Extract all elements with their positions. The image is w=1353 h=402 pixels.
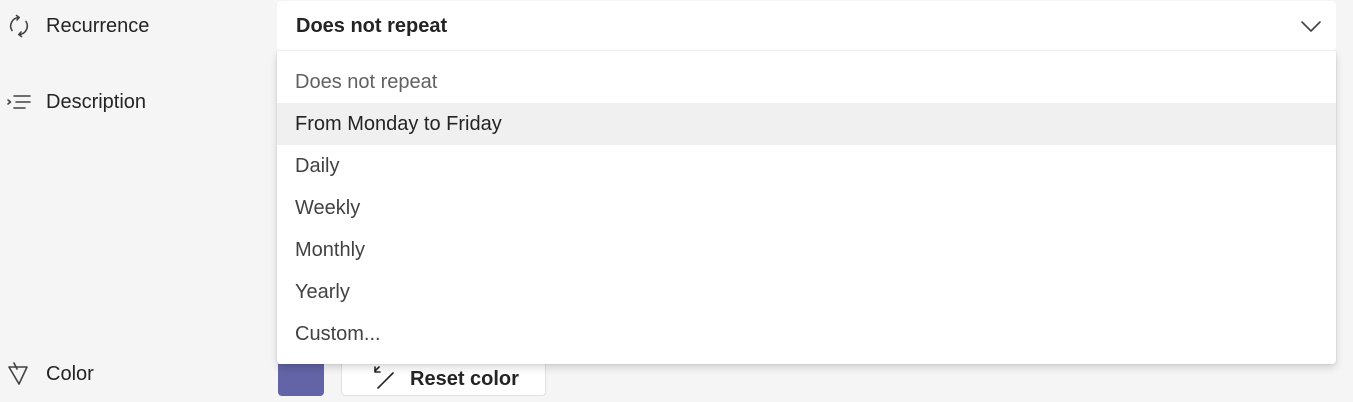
recurrence-icon bbox=[2, 9, 36, 43]
color-row-label: Color bbox=[0, 357, 94, 391]
reset-color-button[interactable]: Reset color bbox=[341, 364, 546, 396]
recurrence-label: Recurrence bbox=[46, 14, 150, 37]
paint-bucket-icon bbox=[2, 357, 36, 391]
description-label: Description bbox=[46, 90, 147, 113]
option-monthly[interactable]: Monthly bbox=[277, 229, 1336, 271]
option-custom[interactable]: Custom... bbox=[277, 313, 1336, 355]
option-yearly[interactable]: Yearly bbox=[277, 271, 1336, 313]
reset-color-label: Reset color bbox=[410, 368, 519, 390]
option-daily[interactable]: Daily bbox=[277, 145, 1336, 187]
color-label: Color bbox=[46, 362, 94, 385]
option-weekdays[interactable]: From Monday to Friday bbox=[277, 103, 1336, 145]
event-form-page: Recurrence Description Color Reset color… bbox=[0, 0, 1353, 402]
description-icon bbox=[2, 85, 36, 119]
description-row-label: Description bbox=[0, 85, 146, 119]
reset-icon bbox=[372, 364, 398, 390]
color-swatch[interactable] bbox=[278, 364, 324, 396]
recurrence-row-label: Recurrence bbox=[0, 9, 149, 43]
recurrence-selected-value: Does not repeat bbox=[296, 14, 448, 37]
recurrence-options-list: Does not repeat From Monday to Friday Da… bbox=[277, 51, 1336, 364]
recurrence-dropdown[interactable]: Does not repeat bbox=[277, 1, 1336, 51]
chevron-down-icon[interactable] bbox=[1300, 15, 1322, 37]
option-weekly[interactable]: Weekly bbox=[277, 187, 1336, 229]
option-does-not-repeat[interactable]: Does not repeat bbox=[277, 61, 1336, 103]
